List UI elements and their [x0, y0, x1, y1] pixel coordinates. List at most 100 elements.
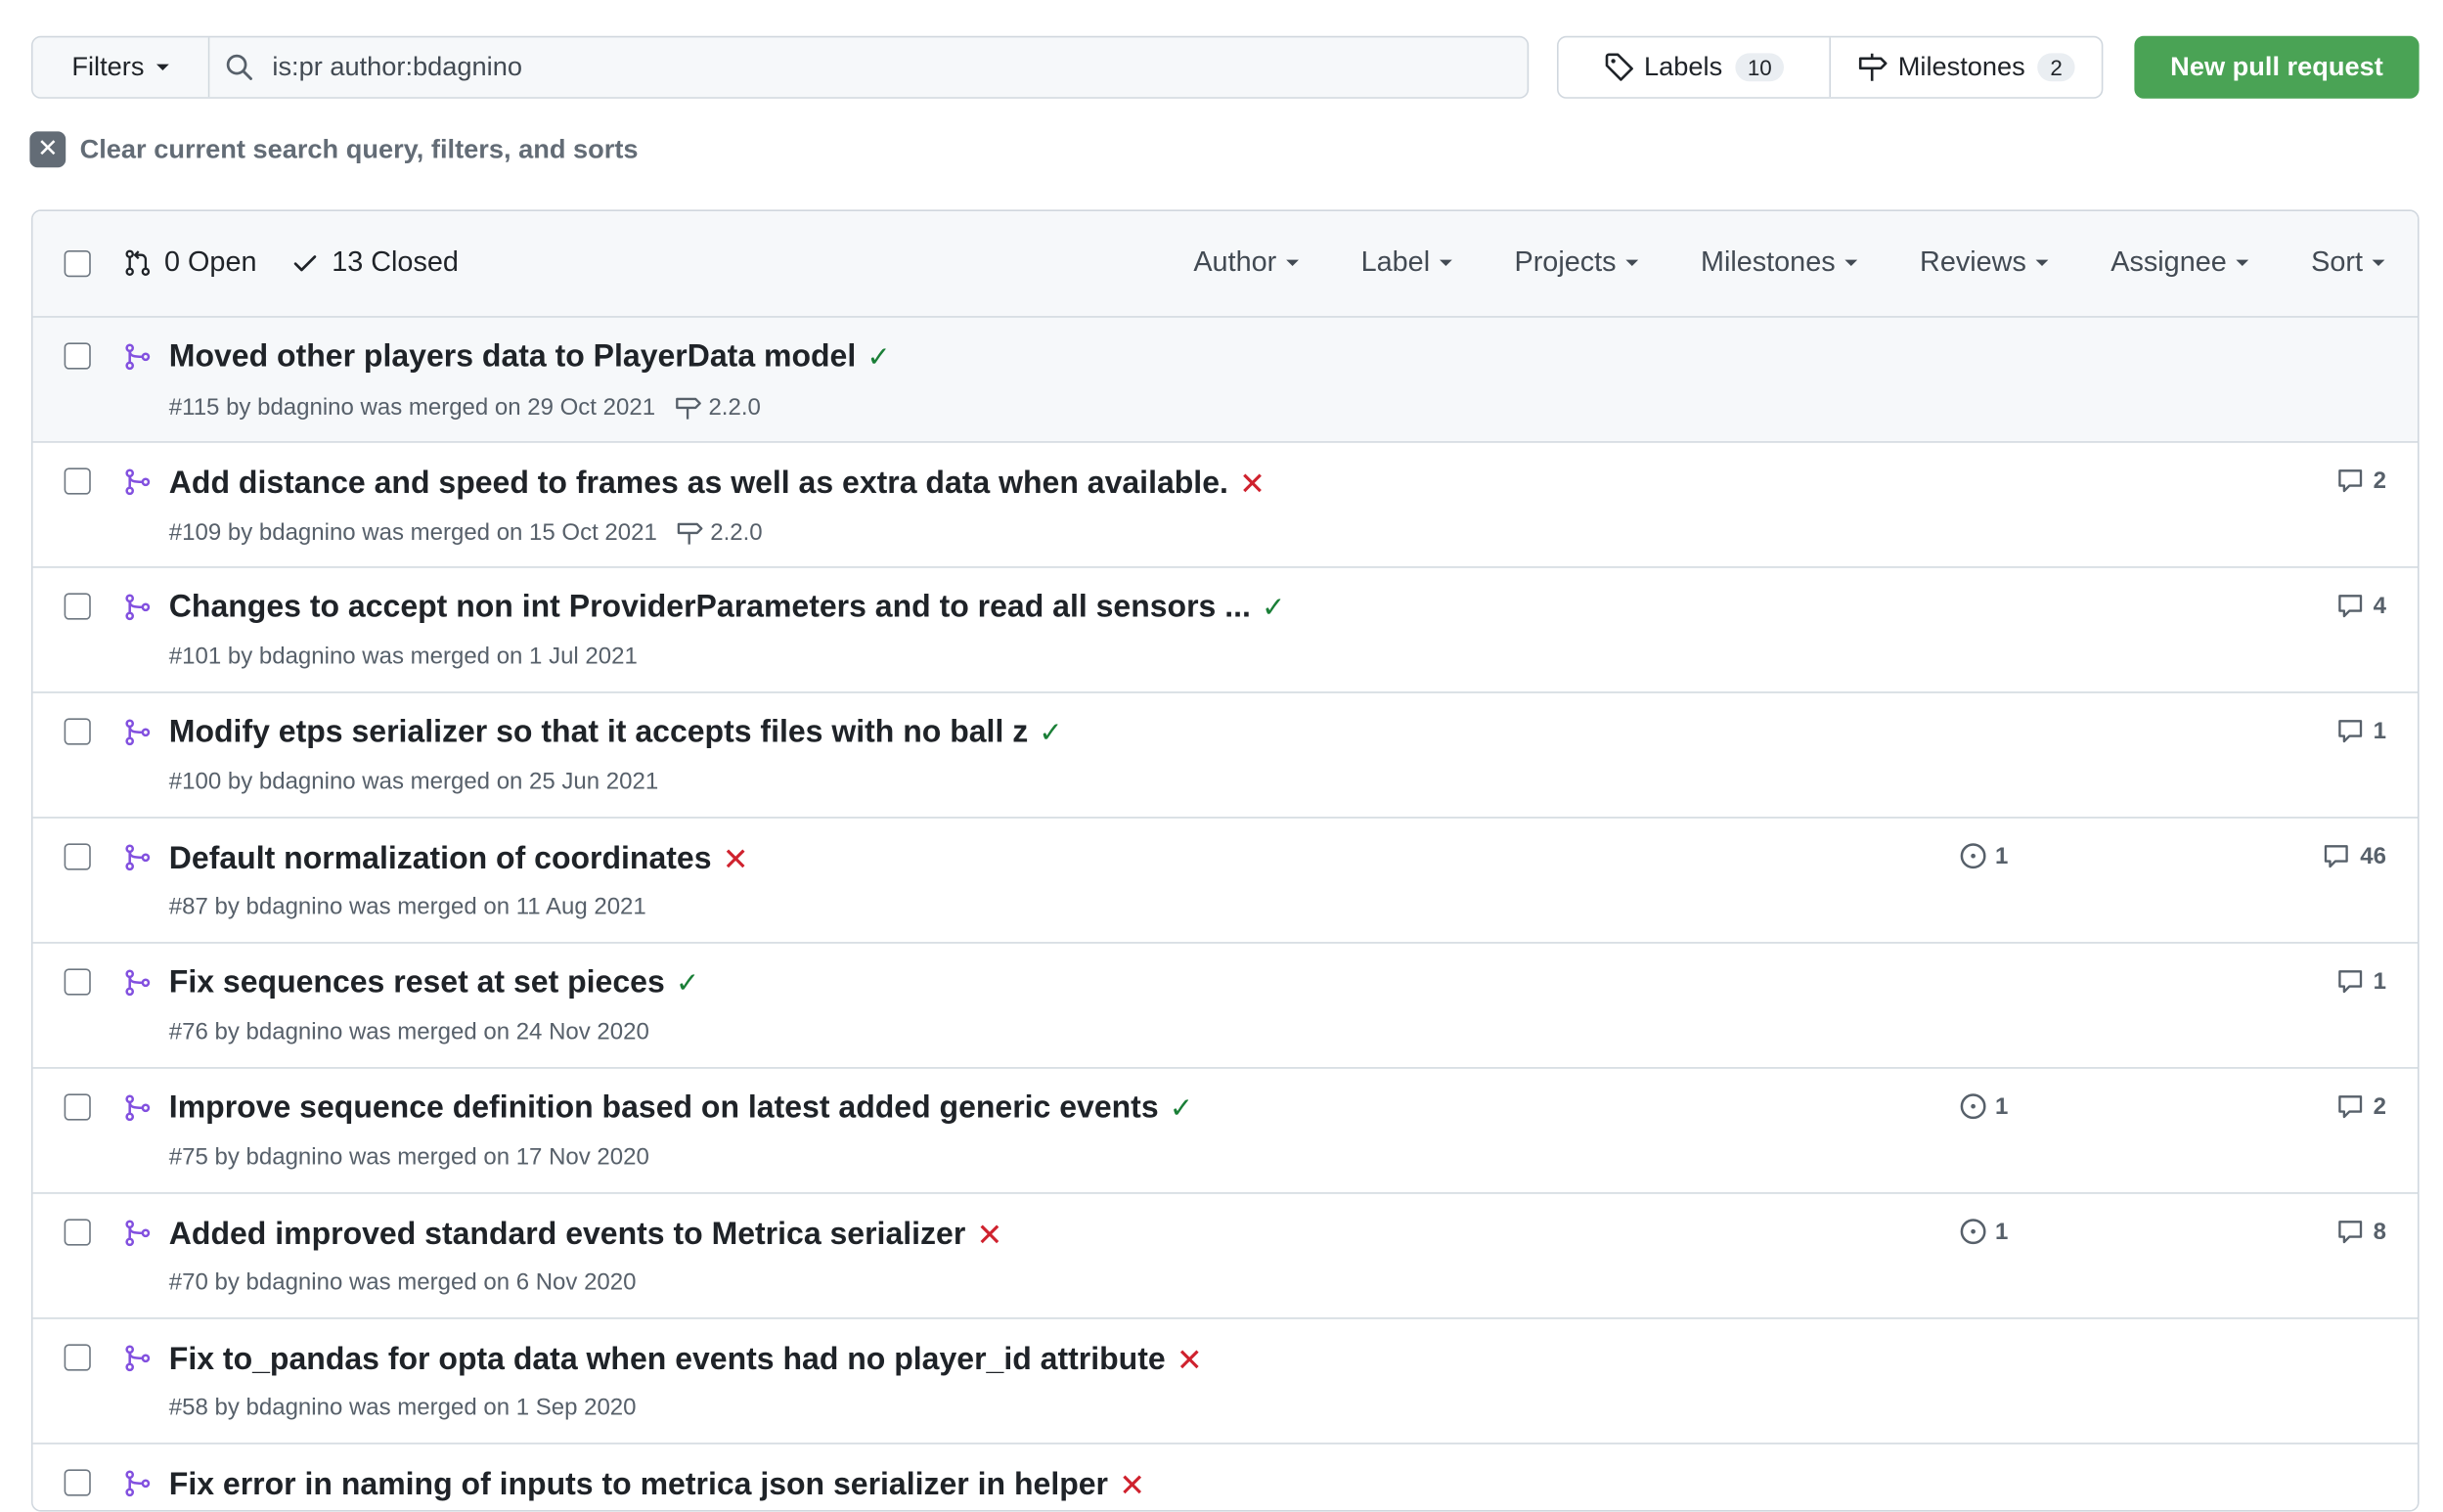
search-icon [226, 54, 252, 80]
labels-count: 10 [1735, 53, 1785, 82]
caret-down-icon [1439, 258, 1452, 266]
check-icon[interactable]: ✓ [1039, 717, 1062, 750]
merged-pr-icon [125, 1220, 151, 1247]
row-checkbox[interactable] [64, 467, 91, 495]
linked-issues[interactable]: 1 [1959, 1092, 2008, 1121]
caret-down-icon [2035, 258, 2049, 266]
pr-meta-text: #70 by bdagnino was merged on 6 Nov 2020 [168, 1268, 637, 1296]
check-icon[interactable]: ✓ [866, 341, 890, 375]
milestones-button[interactable]: Milestones 2 [1829, 37, 2101, 98]
pr-title: Added improved standard events to Metric… [168, 1217, 966, 1252]
pr-title-link[interactable]: Improve sequence definition based on lat… [169, 1090, 1193, 1127]
comments-link[interactable]: 1 [2335, 967, 2386, 996]
merged-pr-icon [125, 1345, 151, 1372]
pull-request-row: Fix to_pandas for opta data when events … [32, 1318, 2418, 1445]
label-filter[interactable]: Label [1361, 245, 1452, 279]
x-icon[interactable]: ✕ [1119, 1466, 1145, 1505]
projects-filter[interactable]: Projects [1515, 245, 1638, 279]
pr-title-link[interactable]: Added improved standard events to Metric… [169, 1216, 1003, 1255]
row-checkbox[interactable] [64, 342, 91, 370]
pr-meta-text: #87 by bdagnino was merged on 11 Aug 202… [168, 893, 646, 920]
pr-title: Changes to accept non int ProviderParame… [168, 590, 1251, 625]
merged-pr-icon [125, 844, 151, 871]
x-icon[interactable]: ✕ [1239, 465, 1266, 504]
pr-title-link[interactable]: Moved other players data to PlayerData m… [169, 339, 891, 376]
x-icon[interactable]: ✕ [1177, 1341, 1203, 1380]
pull-request-row: Modify etps serializer so that it accept… [32, 692, 2418, 819]
merged-status [123, 1093, 152, 1130]
check-icon[interactable]: ✓ [1170, 1092, 1193, 1126]
pr-title-link[interactable]: Fix to_pandas for opta data when events … [169, 1341, 1203, 1380]
pr-meta: #115 by bdagnino was merged on 29 Oct 20… [169, 393, 761, 422]
milestone-link[interactable]: 2.2.0 [674, 393, 761, 422]
linked-issues[interactable]: 1 [1959, 1218, 2008, 1246]
select-all-checkbox[interactable] [64, 250, 91, 278]
pr-title-link[interactable]: Changes to accept non int ProviderParame… [169, 590, 1285, 626]
comments-link[interactable]: 2 [2335, 1092, 2386, 1121]
merged-pr-icon [125, 468, 151, 496]
pull-request-row: Improve sequence definition based on lat… [32, 1068, 2418, 1194]
linked-issue-icon [1960, 1093, 1986, 1120]
linked-issues[interactable]: 1 [1959, 842, 2008, 870]
check-icon[interactable]: ✓ [676, 967, 699, 1001]
labels-label: Labels [1644, 51, 1723, 82]
labels-button[interactable]: Labels 10 [1559, 37, 1830, 97]
assignee-filter[interactable]: Assignee [2110, 245, 2249, 279]
row-checkbox[interactable] [64, 718, 91, 745]
comments-link[interactable]: 2 [2335, 467, 2386, 495]
x-icon[interactable]: ✕ [723, 840, 749, 879]
new-pull-request-button[interactable]: New pull request [2134, 35, 2420, 99]
comment-icon [2337, 469, 2362, 493]
row-checkbox[interactable] [64, 843, 91, 870]
comments-link[interactable]: 1 [2335, 717, 2386, 745]
search-group: Filters [31, 35, 1530, 99]
sort-filter[interactable]: Sort [2311, 245, 2385, 279]
x-icon[interactable]: ✕ [976, 1216, 1002, 1255]
row-checkbox[interactable] [64, 968, 91, 996]
merged-pr-icon [125, 1094, 151, 1122]
pr-title-link[interactable]: Add distance and speed to frames as well… [169, 465, 1266, 504]
pr-title-link[interactable]: Fix sequences reset at set pieces ✓ [169, 965, 699, 1001]
open-filter[interactable]: 0 Open [123, 245, 256, 279]
filters-button[interactable]: Filters [32, 37, 210, 98]
caret-down-icon [1844, 258, 1858, 266]
comments-count: 4 [2373, 592, 2386, 619]
linked-issue-icon [1960, 1219, 1986, 1245]
clear-filters-link[interactable]: ✕ Clear current search query, filters, a… [29, 131, 639, 168]
comments-link[interactable]: 4 [2335, 592, 2386, 620]
merged-pr-icon [125, 594, 151, 621]
label-filter-label: Label [1360, 245, 1431, 278]
linked-issues-count: 1 [1995, 842, 2009, 869]
comments-count: 2 [2373, 1092, 2386, 1120]
pull-request-list: 0 Open 13 Closed Author Label Projects M… [31, 209, 2420, 1512]
pr-title-link[interactable]: Fix error in naming of inputs to metrica… [169, 1466, 1145, 1505]
milestone-icon [675, 397, 701, 420]
check-icon[interactable]: ✓ [1262, 592, 1285, 625]
pr-meta: #75 by bdagnino was merged on 17 Nov 202… [169, 1144, 649, 1171]
comment-icon [2325, 845, 2349, 868]
search-input[interactable] [269, 50, 1371, 85]
milestone-link[interactable]: 2.2.0 [676, 518, 763, 547]
row-checkbox[interactable] [64, 1469, 91, 1496]
row-checkbox[interactable] [64, 1219, 91, 1246]
pr-meta-text: #58 by bdagnino was merged on 1 Sep 2020 [168, 1394, 637, 1421]
closed-filter[interactable]: 13 Closed [291, 245, 459, 279]
tag-icon [1605, 53, 1633, 81]
pr-title-link[interactable]: Modify etps serializer so that it accept… [169, 715, 1063, 751]
comment-icon [2337, 720, 2362, 743]
comments-link[interactable]: 8 [2335, 1218, 2386, 1246]
sort-filter-label: Sort [2311, 245, 2363, 278]
reviews-filter[interactable]: Reviews [1920, 245, 2049, 279]
pr-title-link[interactable]: Default normalization of coordinates ✕ [169, 840, 749, 879]
pr-meta: #58 by bdagnino was merged on 1 Sep 2020 [169, 1395, 637, 1421]
row-checkbox[interactable] [64, 1344, 91, 1371]
milestones-filter[interactable]: Milestones [1701, 245, 1858, 279]
author-filter[interactable]: Author [1193, 245, 1299, 279]
merged-status [123, 1469, 152, 1505]
row-checkbox[interactable] [64, 593, 91, 620]
row-checkbox[interactable] [64, 1093, 91, 1121]
merged-pr-icon [125, 1470, 151, 1497]
pr-title: Add distance and speed to frames as well… [168, 466, 1228, 501]
comments-link[interactable]: 46 [2323, 842, 2386, 870]
merged-status [123, 1344, 152, 1380]
